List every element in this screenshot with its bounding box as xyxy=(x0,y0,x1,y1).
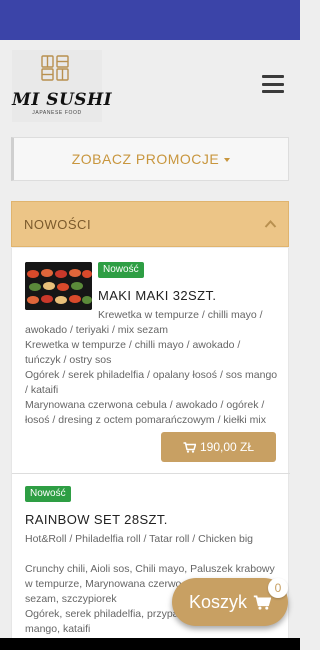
add-to-cart-button[interactable]: 190,00 ZŁ xyxy=(161,432,276,462)
product-description-line: tuńczyk / ostry sos xyxy=(25,354,112,366)
product-price: 190,00 ZŁ xyxy=(199,440,255,454)
logo[interactable]: MI SUSHI JAPANESE FOOD xyxy=(12,50,113,122)
divider xyxy=(12,473,290,474)
shopping-cart-icon xyxy=(183,441,196,453)
new-badge: Nowość xyxy=(25,486,71,502)
product-title[interactable]: RAINBOW SET 28SZT. xyxy=(25,512,168,527)
new-badge: Nowość xyxy=(98,262,144,278)
promo-dropdown-button[interactable]: ZOBACZ PROMOCJE xyxy=(72,151,231,167)
product-description-line: Ogórek, serek philadelfia, przypa xyxy=(25,608,179,620)
status-bar xyxy=(0,0,300,40)
promo-panel: ZOBACZ PROMOCJE xyxy=(11,137,289,181)
product-description-line: w tempurze, Marynowana czerwo xyxy=(25,578,182,590)
brand-subtitle: JAPANESE FOOD xyxy=(32,110,82,116)
header: MI SUSHI JAPANESE FOOD xyxy=(0,40,300,132)
logo-mark-icon xyxy=(41,55,69,81)
cart-count-badge: 0 xyxy=(268,578,288,598)
product-title[interactable]: MAKI MAKI 32SZT. xyxy=(98,288,216,303)
product-description-line: Krewetka w tempurze / chilli mayo / awok… xyxy=(25,339,241,351)
caret-down-icon xyxy=(224,158,231,162)
product-description-line: łosoś / dresing z octem pomarańczowym / … xyxy=(25,414,266,426)
system-nav-bar xyxy=(0,638,300,650)
product-description-line: Krewetka w tempurze / chilli mayo / xyxy=(98,309,263,321)
promo-label: ZOBACZ PROMOCJE xyxy=(71,151,220,167)
product-description-line: Marynowana czerwona cebula / awokado / o… xyxy=(25,399,265,411)
section-title: NOWOŚCI xyxy=(24,217,92,232)
product-description-line: Crunchy chili, Aioli sos, Chili mayo, Pa… xyxy=(25,563,275,575)
menu-icon[interactable] xyxy=(262,75,284,93)
product-description-line: Hot&Roll / Philadelfia roll / Tatar roll… xyxy=(25,533,253,545)
shopping-cart-icon xyxy=(253,594,272,610)
product-description-line: / kataifi xyxy=(25,384,59,396)
cart-label: Koszyk xyxy=(188,591,248,612)
product-image[interactable] xyxy=(25,262,92,310)
section-header-nowosci[interactable]: NOWOŚCI xyxy=(11,201,289,247)
product-description-line: mango, kataifi xyxy=(25,623,91,635)
product-description-line: Ogórek / serek philadelfia / opalany łos… xyxy=(25,369,278,381)
sushi-image xyxy=(25,262,92,310)
chevron-up-icon xyxy=(264,220,277,228)
product-description-line: awokado / teriyaki / mix sezam xyxy=(25,324,168,336)
brand-name: MI SUSHI xyxy=(12,90,113,110)
product-description-line: sezam, szczypiorek xyxy=(25,593,117,605)
